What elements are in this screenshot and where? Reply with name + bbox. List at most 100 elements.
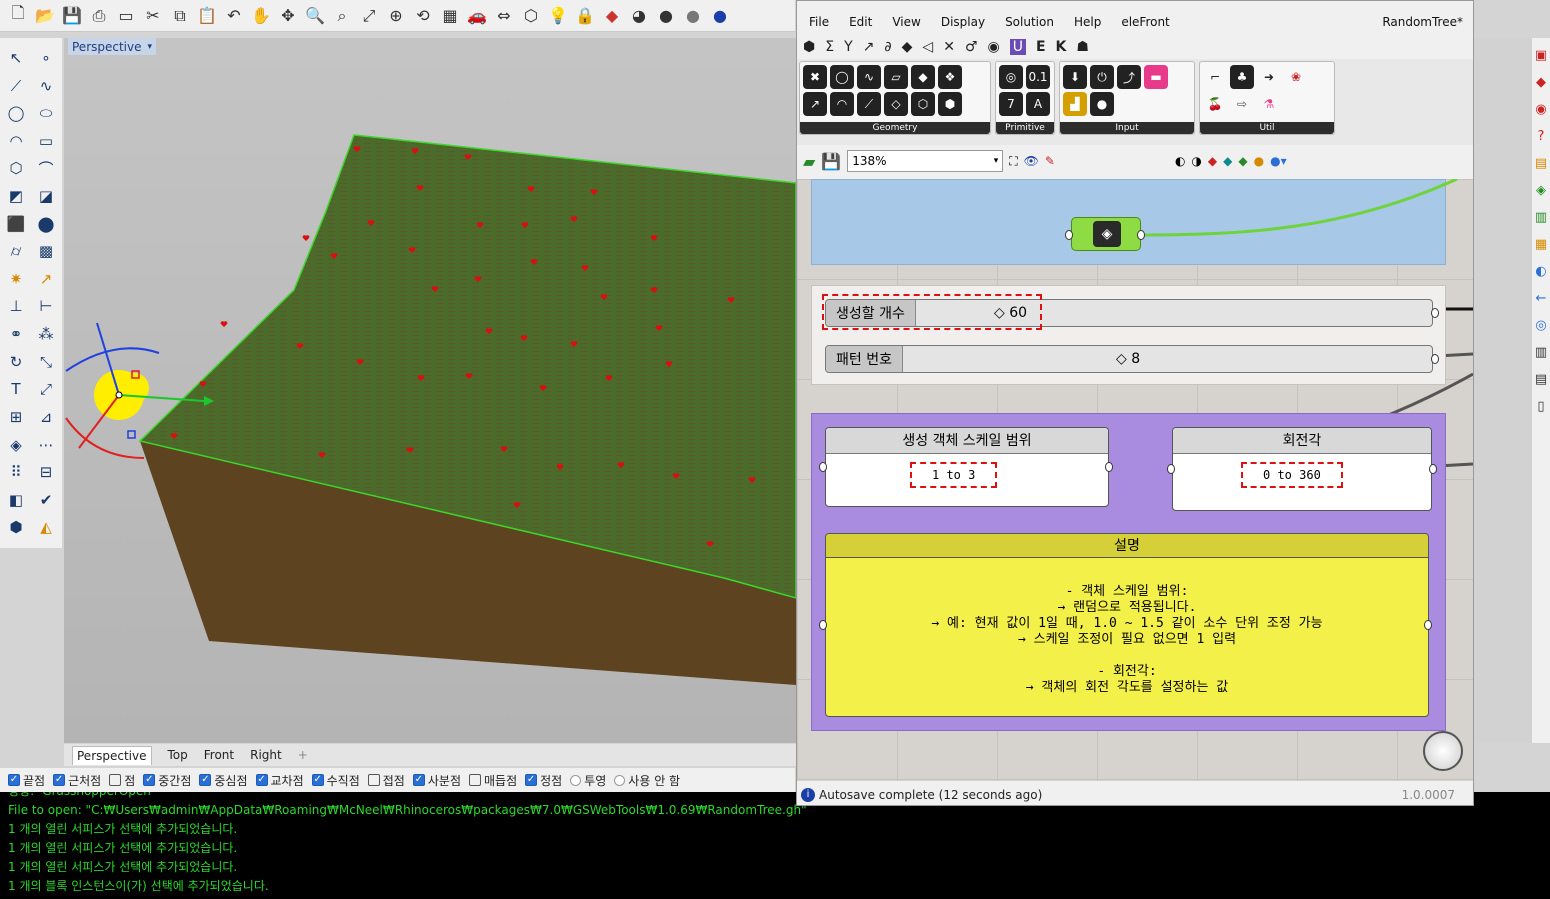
page-setup-icon[interactable]: ▭ (114, 4, 138, 28)
count-slider[interactable]: 생성할 개수 ◇ 60 (822, 294, 1433, 330)
checkbox-icon[interactable]: ✓ (199, 774, 212, 786)
osnap-option[interactable]: 접점 (367, 772, 405, 789)
back-arrow-icon[interactable]: ← (1536, 291, 1547, 306)
tab-right[interactable]: Right (250, 748, 282, 762)
note-output-port[interactable] (1424, 620, 1432, 630)
select-arrow-icon[interactable]: ↖ (3, 46, 29, 70)
solid-tools-icon[interactable]: ⬢ (3, 515, 29, 539)
split-icon[interactable]: ⊥ (3, 294, 29, 318)
osnap-option[interactable]: ✓ 사분점 (412, 772, 461, 789)
canvas-navigator-icon[interactable] (1423, 731, 1463, 771)
plugin-u-icon[interactable]: U (1009, 39, 1026, 55)
checkbox-icon[interactable]: ✓ (525, 774, 538, 786)
wireframe-preview-icon[interactable]: ◐ (1175, 154, 1185, 168)
tab-front[interactable]: Front (204, 748, 234, 762)
checkbox-icon[interactable]: ✓ (255, 774, 268, 786)
note-input-port[interactable] (819, 620, 827, 630)
checkbox-icon[interactable]: ✓ (53, 774, 66, 786)
osnap-option[interactable]: ✓ 끝점 (8, 772, 45, 789)
rotation-value[interactable]: 0 to 360 (1241, 462, 1343, 488)
file-input-icon[interactable]: ⬇ (1063, 65, 1087, 89)
display-options-icon[interactable]: ●▾ (1270, 154, 1287, 168)
sets-tab-icon[interactable]: Y (844, 39, 853, 55)
menu-elefront[interactable]: eleFront (1121, 15, 1169, 29)
group-icon[interactable]: ⚭ (3, 322, 29, 346)
rotate-view-icon[interactable]: ⟲ (411, 4, 435, 28)
boolean-param-icon[interactable]: ◎ (999, 65, 1023, 89)
book-icon[interactable]: ▥ (1535, 345, 1547, 360)
osnap-option[interactable]: ✓ 정점 (525, 772, 562, 789)
rectangle-icon[interactable]: ▭ (33, 129, 59, 153)
osnap-option[interactable]: ✓ 근처점 (53, 772, 101, 789)
display-icon[interactable]: ◉ (1535, 102, 1546, 117)
array-grid-icon[interactable]: ⠿ (3, 460, 29, 484)
transform-tab-icon[interactable]: ♂ (965, 39, 978, 55)
add-tab-icon[interactable]: + (298, 748, 308, 762)
osnap-option[interactable]: ✓ 중간점 (143, 772, 191, 789)
snapshots-icon[interactable]: ◐ (1535, 264, 1546, 279)
zoom-selected-icon[interactable]: ⊕ (384, 4, 408, 28)
vector-tab-icon[interactable]: ↗ (863, 39, 875, 55)
point-icon[interactable]: ∘ (33, 46, 59, 70)
render-sphere-icon[interactable]: ● (654, 4, 678, 28)
sketch-pen-icon[interactable]: ✎ (1045, 154, 1055, 168)
rotation-panel[interactable]: 회전각 0 to 360 (1172, 427, 1432, 511)
dimension-icon[interactable]: ⇔ (492, 4, 516, 28)
named-views-icon[interactable]: ▤ (1535, 156, 1547, 171)
relay-arrow-icon[interactable]: ➜ (1257, 65, 1281, 89)
check-icon[interactable]: ✔ (33, 488, 59, 512)
trim-icon[interactable]: ⊢ (33, 294, 59, 318)
plane-param-icon[interactable]: ◇ (884, 92, 908, 116)
checkbox-icon[interactable]: ✓ (311, 774, 324, 786)
color-wheel-icon[interactable]: ◕ (627, 4, 651, 28)
material-sphere-icon[interactable]: ● (681, 4, 705, 28)
transform-icon[interactable]: ↗ (33, 267, 59, 291)
preview-eye-icon[interactable]: 👁 (1024, 154, 1039, 168)
polygon-icon[interactable]: ⬡ (519, 4, 543, 28)
new-file-icon[interactable]: 🗋 (6, 3, 30, 28)
osnap-option[interactable]: 사용 안 함 (614, 772, 680, 789)
properties-icon[interactable]: ▣ (1535, 48, 1547, 63)
glasses-icon[interactable]: ⌐ (1203, 65, 1227, 89)
curve-param-icon[interactable]: ∿ (857, 65, 881, 89)
menu-help[interactable]: Help (1074, 15, 1101, 29)
analyze-icon[interactable]: ⊿ (33, 405, 59, 429)
osnap-option[interactable]: 투영 (570, 772, 606, 789)
checkbox-icon[interactable]: ✓ (412, 774, 425, 786)
mesh-preview-icon[interactable]: ◆ (1223, 154, 1232, 168)
cylinder-icon[interactable]: ⌭ (3, 239, 29, 263)
checkbox-icon[interactable]: ✓ (8, 774, 20, 786)
number-param-icon[interactable]: 0.1 (1026, 65, 1050, 89)
render-icon[interactable]: ◈ (3, 433, 29, 457)
gradient-icon[interactable]: ▬ (1144, 65, 1168, 89)
material-preview-icon[interactable]: ◆ (1238, 154, 1247, 168)
undo-icon[interactable]: ↶ (222, 4, 246, 28)
cherry-icon[interactable]: 🍒 (1203, 92, 1227, 116)
viewport-title[interactable]: Perspective ▾ (68, 38, 157, 55)
description-note[interactable]: 설명 - 객체 스케일 범위: → 랜덤으로 적용됩니다. → 예: 현재 값이 1… (825, 533, 1429, 717)
zoom-window-icon[interactable]: ⌕ (330, 4, 354, 28)
grid-icon[interactable]: ▦ (438, 4, 462, 28)
osnap-option[interactable]: 매듭점 (468, 772, 517, 789)
arc-param-icon[interactable]: ◠ (830, 92, 854, 116)
brep-param-icon[interactable]: ◆ (911, 65, 935, 89)
pattern-output-port[interactable] (1431, 354, 1439, 364)
menu-display[interactable]: Display (941, 15, 985, 29)
cplane-icon[interactable]: ⊟ (33, 460, 59, 484)
copy-icon[interactable]: ⧉ (168, 4, 192, 28)
geometry-param-icon[interactable]: ⬢ (938, 92, 962, 116)
gh-canvas[interactable]: ◈ 생성할 개수 ◇ 60 패턴 번호 ◇ 8 생성 객체 스케일 범위 1 t… (797, 179, 1473, 781)
dimension-tool-icon[interactable]: ⤢ (33, 377, 59, 401)
doc-icon[interactable]: ▤ (1535, 372, 1547, 387)
fillet-icon[interactable]: ⌒ (33, 156, 59, 180)
plugin-e-icon[interactable]: E (1036, 39, 1046, 55)
circle-param-icon[interactable]: ◯ (830, 65, 854, 89)
integer-param-icon[interactable]: 7 (999, 92, 1023, 116)
checkbox-icon[interactable] (109, 774, 122, 786)
zoom-icon[interactable]: 🔍 (303, 4, 327, 28)
menu-file[interactable]: File (809, 15, 829, 29)
cluster-icon[interactable]: ❀ (1284, 65, 1308, 89)
count-output-port[interactable] (1431, 308, 1439, 318)
toggle-input-icon[interactable]: ⏻ (1090, 65, 1114, 89)
bar-graph-icon[interactable]: ▟ (1063, 92, 1087, 116)
